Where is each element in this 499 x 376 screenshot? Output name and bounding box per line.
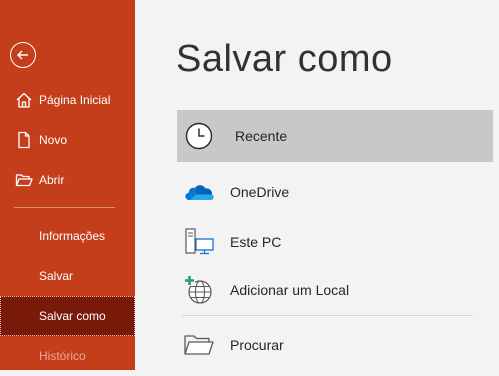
sidebar-divider <box>14 207 115 208</box>
browse-folder-icon <box>183 329 215 361</box>
sidebar-item-label: Salvar <box>39 269 74 283</box>
location-browse[interactable]: Procurar <box>177 319 493 371</box>
sidebar-item-home[interactable]: Página Inicial <box>0 80 135 120</box>
home-icon <box>14 90 34 110</box>
location-onedrive[interactable]: OneDrive <box>177 166 493 218</box>
sidebar-item-save[interactable]: Salvar <box>0 256 135 296</box>
new-document-icon <box>14 130 34 150</box>
save-as-panel: Salvar como Recente OneDrive Este PC Adi… <box>135 0 499 370</box>
location-label: OneDrive <box>230 184 290 200</box>
sidebar-item-new[interactable]: Novo <box>0 120 135 160</box>
location-divider <box>182 315 473 316</box>
location-add-place[interactable]: Adicionar um Local <box>177 264 493 316</box>
add-place-globe-icon <box>183 274 215 306</box>
sidebar-item-info[interactable]: Informações <box>0 216 135 256</box>
sidebar-item-save-as[interactable]: Salvar como <box>0 296 135 336</box>
sidebar-item-label: Página Inicial <box>39 93 111 107</box>
back-arrow-icon <box>17 50 28 60</box>
onedrive-cloud-icon <box>183 176 215 208</box>
back-button[interactable] <box>10 42 36 68</box>
sidebar-item-label: Informações <box>39 229 106 243</box>
sidebar-item-label: Novo <box>39 133 68 147</box>
location-label: Procurar <box>230 337 284 353</box>
backstage-sidebar: Página Inicial Novo Abrir Informações Sa… <box>0 0 135 370</box>
location-label: Recente <box>235 128 288 144</box>
location-this-pc[interactable]: Este PC <box>177 216 493 268</box>
sidebar-item-label: Histórico <box>39 349 86 363</box>
sidebar-item-label: Abrir <box>39 173 65 187</box>
computer-icon <box>183 226 215 258</box>
open-folder-icon <box>14 170 34 190</box>
sidebar-item-open[interactable]: Abrir <box>0 160 135 200</box>
location-label: Este PC <box>230 234 282 250</box>
sidebar-item-history[interactable]: Histórico <box>0 336 135 376</box>
location-recent[interactable]: Recente <box>177 110 493 162</box>
sidebar-item-label: Salvar como <box>39 309 106 323</box>
location-label: Adicionar um Local <box>230 282 350 298</box>
clock-icon <box>183 120 215 152</box>
page-title: Salvar como <box>176 38 393 80</box>
